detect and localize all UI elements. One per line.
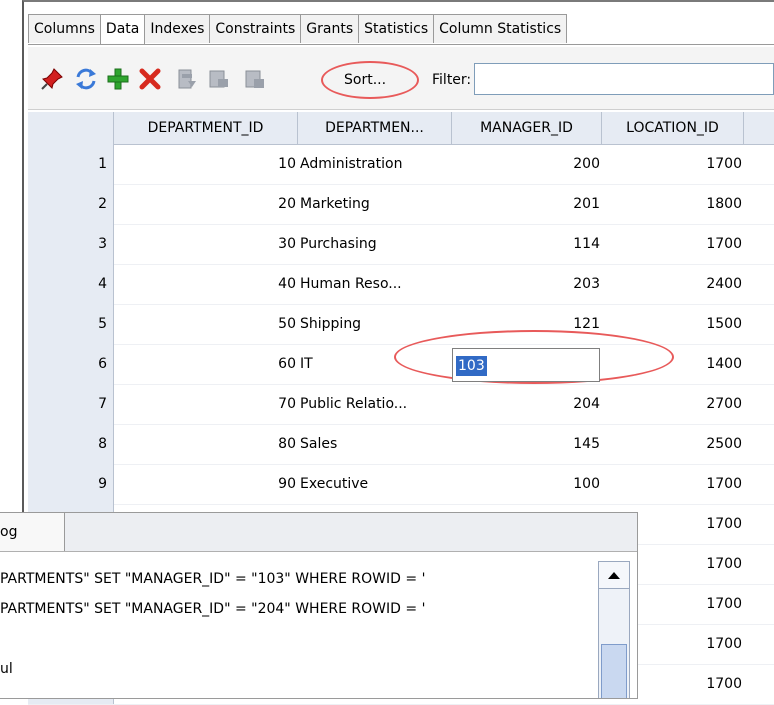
cell-department-id[interactable]: 90 <box>114 464 298 504</box>
row-number: 5 <box>28 304 114 344</box>
cell-manager-id[interactable]: 201 <box>452 184 602 224</box>
log-line: ul <box>0 661 13 677</box>
cell-department-id[interactable]: 40 <box>114 264 298 304</box>
filter-input[interactable] <box>474 63 774 95</box>
tab-indexes[interactable]: Indexes <box>144 14 211 43</box>
cell-department-id[interactable]: 50 <box>114 304 298 344</box>
cell-manager-id[interactable]: 204 <box>452 384 602 424</box>
tab-column-statistics[interactable]: Column Statistics <box>433 14 568 43</box>
cell-location-id[interactable]: 2500 <box>602 424 744 464</box>
delete-row-icon[interactable] <box>138 67 162 91</box>
cell-department-name[interactable]: Administration <box>298 144 450 184</box>
commit-icon[interactable] <box>174 67 198 91</box>
cell-location-id[interactable]: 1500 <box>602 304 744 344</box>
pin-icon[interactable] <box>40 67 64 91</box>
row-number: 4 <box>28 264 114 304</box>
cell-department-name[interactable]: Marketing <box>298 184 450 224</box>
row-number: 8 <box>28 424 114 464</box>
data-toolbar: Sort... Filter: <box>28 47 774 110</box>
header-rownum <box>28 112 114 144</box>
sort-button[interactable]: Sort... <box>338 67 392 93</box>
cell-department-id[interactable]: 20 <box>114 184 298 224</box>
cell-department-id[interactable]: 80 <box>114 424 298 464</box>
tab-statistics[interactable]: Statistics <box>358 14 435 43</box>
insert-row-icon[interactable] <box>106 67 130 91</box>
cell-department-name[interactable]: IT <box>298 344 450 384</box>
editor-tabs: Columns Data Indexes Constraints Grants … <box>28 14 568 45</box>
row-number: 9 <box>28 464 114 504</box>
row-number: 3 <box>28 224 114 264</box>
table-row[interactable]: 1 10 Administration 200 1700 <box>28 144 774 185</box>
cell-department-name[interactable]: Human Reso... <box>298 264 450 304</box>
row-number: 7 <box>28 384 114 424</box>
cell-department-name[interactable]: Executive <box>298 464 450 504</box>
cell-location-id[interactable]: 1800 <box>602 184 744 224</box>
cell-manager-id[interactable]: 114 <box>452 224 602 264</box>
cell-location-id[interactable]: 2400 <box>602 264 744 304</box>
table-row[interactable]: 9 90 Executive 100 1700 <box>28 464 774 505</box>
grid-header: DEPARTMENT_ID DEPARTMEN... MANAGER_ID LO… <box>28 112 774 145</box>
row-number: 6 <box>28 344 114 384</box>
cell-department-id[interactable]: 70 <box>114 384 298 424</box>
rollback-alt-icon[interactable] <box>242 67 266 91</box>
cell-department-name[interactable]: Sales <box>298 424 450 464</box>
cell-department-name[interactable]: Shipping <box>298 304 450 344</box>
log-line: PARTMENTS" SET "MANAGER_ID" = "103" WHER… <box>0 571 426 587</box>
table-row[interactable]: 5 50 Shipping 121 1500 <box>28 304 774 345</box>
log-line: PARTMENTS" SET "MANAGER_ID" = "204" WHER… <box>0 601 426 617</box>
tab-grants[interactable]: Grants <box>300 14 360 43</box>
cell-department-id[interactable]: 10 <box>114 144 298 184</box>
column-header-location-id[interactable]: LOCATION_ID <box>602 112 744 144</box>
manager-id-cell-editor[interactable]: 103 <box>452 348 600 382</box>
log-scrollbar[interactable] <box>598 561 630 698</box>
table-row[interactable]: 3 30 Purchasing 114 1700 <box>28 224 774 265</box>
selected-text[interactable]: 103 <box>456 356 487 376</box>
cell-location-id[interactable]: 1700 <box>602 144 744 184</box>
tab-divider <box>28 44 774 45</box>
cell-manager-id[interactable]: 121 <box>452 304 602 344</box>
log-tabbar: og <box>0 513 637 552</box>
cell-manager-id[interactable]: 203 <box>452 264 602 304</box>
log-panel: og PARTMENTS" SET "MANAGER_ID" = "103" W… <box>0 512 638 699</box>
tab-log[interactable]: og <box>0 513 65 551</box>
table-row[interactable]: 4 40 Human Reso... 203 2400 <box>28 264 774 305</box>
scroll-up-button[interactable] <box>599 562 629 589</box>
refresh-icon[interactable] <box>74 67 98 91</box>
scroll-thumb[interactable] <box>601 644 627 698</box>
table-row[interactable]: 6 60 IT 1400 <box>28 344 774 385</box>
column-header-manager-id[interactable]: MANAGER_ID <box>452 112 602 144</box>
cell-location-id[interactable]: 1400 <box>602 344 744 384</box>
table-row[interactable]: 7 70 Public Relatio... 204 2700 <box>28 384 774 425</box>
cell-manager-id[interactable]: 145 <box>452 424 602 464</box>
cell-location-id[interactable]: 2700 <box>602 384 744 424</box>
table-row[interactable]: 8 80 Sales 145 2500 <box>28 424 774 465</box>
chevron-up-icon <box>608 572 620 579</box>
row-number: 2 <box>28 184 114 224</box>
column-header-department-id[interactable]: DEPARTMENT_ID <box>114 112 298 144</box>
cell-department-name[interactable]: Purchasing <box>298 224 450 264</box>
row-number: 1 <box>28 144 114 184</box>
rollback-icon[interactable] <box>206 67 230 91</box>
cell-manager-id[interactable]: 200 <box>452 144 602 184</box>
filter-label: Filter: <box>432 72 472 88</box>
table-row[interactable]: 2 20 Marketing 201 1800 <box>28 184 774 225</box>
cell-department-name[interactable]: Public Relatio... <box>298 384 450 424</box>
tab-constraints[interactable]: Constraints <box>209 14 302 43</box>
cell-department-id[interactable]: 30 <box>114 224 298 264</box>
cell-department-id[interactable]: 60 <box>114 344 298 384</box>
cell-manager-id[interactable]: 100 <box>452 464 602 504</box>
column-header-department-name[interactable]: DEPARTMEN... <box>298 112 452 144</box>
tab-data[interactable]: Data <box>99 14 146 45</box>
cell-location-id[interactable]: 1700 <box>602 224 744 264</box>
tab-columns[interactable]: Columns <box>28 14 101 43</box>
cell-location-id[interactable]: 1700 <box>602 464 744 504</box>
